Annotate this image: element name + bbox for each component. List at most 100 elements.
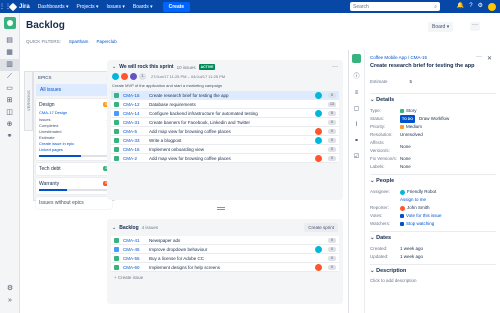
details-section-header[interactable]: Details [370, 97, 496, 103]
issue-title[interactable]: Create research brief for testing the ap… [370, 63, 496, 69]
description-tab-icon[interactable]: ≡ [349, 85, 364, 101]
avatar-overflow[interactable]: 1 [139, 73, 146, 80]
field-value[interactable]: Story [400, 107, 417, 115]
issue-key[interactable]: CMA-60 [123, 265, 149, 270]
assignee-avatar[interactable] [315, 154, 322, 162]
description-section-header[interactable]: Description [370, 268, 496, 274]
avatar[interactable] [121, 73, 128, 80]
nav-dashboards[interactable]: Dashboards ▾ [38, 4, 69, 10]
field-value[interactable]: TO DO Draw Workflow [400, 115, 449, 123]
epic-card-design[interactable]: Design0 CMA-17 Design Issues4 Completed3… [36, 99, 112, 160]
field-value[interactable]: None [400, 163, 411, 171]
issue-key[interactable]: CMA-31 [123, 120, 149, 125]
project-settings-icon[interactable]: ⚙ [0, 283, 20, 295]
issue-row[interactable]: CMA-33 Write a blogpost 0 [111, 136, 339, 145]
releases-icon[interactable]: ▭ [0, 83, 19, 95]
description-placeholder[interactable]: Click to add description [370, 278, 496, 283]
sprint-board-icon[interactable]: ▦ [0, 47, 19, 59]
link-icon[interactable]: ⚭ [0, 131, 19, 143]
avatar[interactable] [130, 73, 137, 80]
nav-projects[interactable]: Projects ▾ [77, 4, 99, 10]
estimate-value[interactable]: 5 [410, 79, 413, 84]
quick-filter-spartham[interactable]: Spartham [69, 39, 89, 44]
issues-nav-icon[interactable]: ◫ [0, 107, 19, 119]
components-icon[interactable]: ⊞ [0, 95, 19, 107]
issue-row[interactable]: CMA-5 Add map view for browsing coffee pl… [111, 127, 339, 136]
assignee-avatar[interactable] [315, 109, 322, 117]
linked-pages-link[interactable]: Linked pages [39, 147, 109, 153]
sprint-divider-handle[interactable] [217, 207, 225, 210]
details-tab-icon[interactable]: ⓘ [349, 69, 364, 85]
versions-tab[interactable]: VERSIONS [24, 71, 33, 131]
assignee-avatar[interactable] [315, 91, 322, 99]
issue-key[interactable]: CMA-55 [123, 256, 149, 261]
field-value[interactable]: Unresolved [400, 131, 423, 139]
avatar[interactable] [112, 73, 119, 80]
people-section-header[interactable]: People [370, 178, 496, 184]
issue-key[interactable]: CMA-2 [123, 156, 149, 161]
notifications-icon[interactable]: 🔔 [457, 2, 464, 11]
issue-key[interactable]: CMA-14 [123, 111, 149, 116]
collapse-sidebar-icon[interactable]: » [0, 295, 20, 307]
issue-key[interactable]: CMA-45 [123, 247, 149, 252]
issue-row[interactable]: CMA-60 Implement designs for help screens… [111, 263, 339, 272]
field-value[interactable]: John Smith [400, 204, 430, 212]
add-item-icon[interactable]: ⊕ [0, 119, 19, 131]
subtasks-tab-icon[interactable]: ☑ [349, 149, 364, 165]
issue-row[interactable]: CMA-41 Newspaper ads 0 [111, 236, 339, 245]
collapse-backlog-icon[interactable]: ⌄ [112, 225, 116, 231]
links-tab-icon[interactable]: ⚭ [349, 133, 364, 149]
jira-logo[interactable]: Jira [8, 2, 30, 11]
search-input[interactable]: Search ⌕ [350, 2, 440, 11]
issues-without-epics[interactable]: Issues without epics [36, 197, 112, 209]
issue-row[interactable]: CMA-45 Improve dropdown behaviour 0 [111, 245, 339, 254]
issue-row[interactable]: CMA-12 Database requirements 13 [111, 100, 339, 109]
field-value[interactable]: Assign to me [400, 196, 426, 204]
breadcrumb[interactable]: Coffee Mobile App / CMA-15 [370, 55, 496, 60]
help-icon[interactable]: ? [469, 2, 472, 11]
create-button[interactable]: Create [162, 1, 191, 12]
epic-card-tech-debt[interactable]: Tech debt 3 [36, 163, 112, 175]
issue-key[interactable]: CMA-15 [123, 93, 149, 98]
assignee-avatar[interactable] [315, 127, 322, 135]
epic-card-warranty[interactable]: Warranty 5 [36, 178, 112, 194]
issue-key[interactable]: CMA-33 [123, 138, 149, 143]
comments-tab-icon[interactable]: ▢ [349, 101, 364, 117]
issue-key[interactable]: CMA-5 [123, 129, 149, 134]
collapse-sprint-icon[interactable]: ⌄ [112, 64, 116, 70]
nav-issues[interactable]: Issues ▾ [107, 4, 125, 10]
assignee-avatar[interactable] [315, 263, 322, 271]
issue-key[interactable]: CMA-12 [123, 102, 149, 107]
issue-key[interactable]: CMA-16 [123, 147, 149, 152]
assignee-avatar[interactable] [315, 136, 322, 144]
issue-row[interactable]: CMA-31 Create banners for Facebook, Linke… [111, 118, 339, 127]
dates-section-header[interactable]: Dates [370, 235, 496, 241]
issue-row[interactable]: CMA-14 Configure backend infrastructure f… [111, 109, 339, 118]
active-sprint-icon[interactable]: ▥ [0, 59, 19, 71]
issue-key[interactable]: CMA-41 [123, 238, 149, 243]
board-dropdown-button[interactable]: Board ▾ [428, 22, 454, 32]
backlog-nav-icon[interactable]: ▤ [0, 35, 19, 47]
create-sprint-button[interactable]: Create sprint [304, 223, 338, 232]
issue-row[interactable]: CMA-16 Implement onboarding view 0 [111, 145, 339, 154]
epic-key[interactable]: CMA-17 Design [39, 110, 109, 115]
field-value[interactable]: Vote for this issue [400, 212, 442, 220]
field-value[interactable]: Friendly Robot [400, 188, 436, 196]
field-value[interactable]: Medium [400, 123, 422, 131]
field-value[interactable]: Stop watching [400, 220, 434, 228]
user-avatar[interactable] [488, 2, 496, 11]
assignee-avatar[interactable] [315, 245, 322, 253]
epic-all-issues[interactable]: All issues [36, 84, 112, 96]
settings-icon[interactable]: ⚙ [478, 2, 483, 11]
issue-row[interactable]: CMA-2 Add map view for browsing coffee pl… [111, 154, 339, 163]
field-value[interactable]: None [400, 155, 411, 163]
issue-row[interactable]: CMA-55 Buy a license for Adobe CC 0 [111, 254, 339, 263]
field-value[interactable]: None [400, 143, 411, 151]
status-badge[interactable]: TO DO [400, 115, 416, 123]
reports-icon[interactable]: ⟋ [0, 71, 19, 83]
create-issue-link[interactable]: + Create issue [107, 272, 343, 283]
more-actions-icon[interactable]: ··· [470, 22, 480, 31]
sprint-more-icon[interactable]: ··· [332, 64, 338, 70]
nav-boards[interactable]: Boards ▾ [133, 4, 153, 10]
attachments-tab-icon[interactable]: ⌇ [349, 117, 364, 133]
